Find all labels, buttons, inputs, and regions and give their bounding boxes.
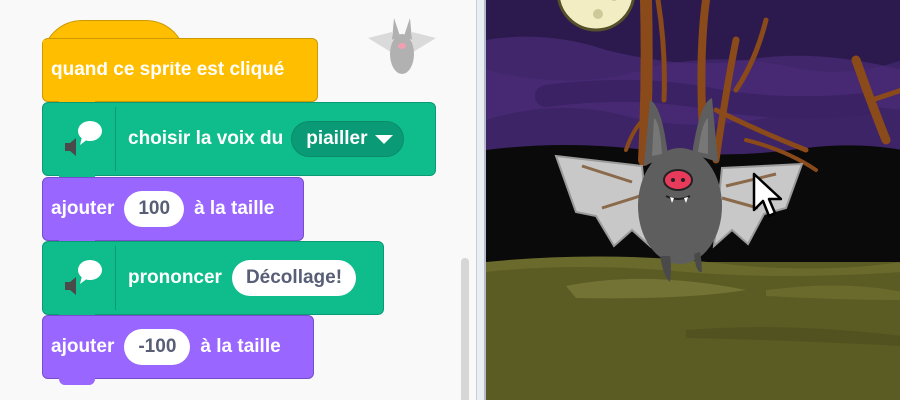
speech-extension-icon (65, 121, 102, 156)
hat-block-label: quand ce sprite est cliqué (51, 59, 285, 80)
speech-extension-icon (65, 260, 102, 295)
code-area-scrollbar[interactable] (461, 258, 469, 400)
speak-block[interactable]: prononcer Décollage! (42, 241, 384, 321)
change-size-suffix: à la taille (200, 336, 281, 357)
change-size-block[interactable]: ajouter -100 à la taille (42, 315, 314, 385)
extension-separator (115, 246, 116, 310)
size-input[interactable]: -100 (124, 329, 191, 365)
change-size-suffix: à la taille (194, 198, 275, 219)
block-notch (59, 377, 95, 385)
bat-sprite-thumbnail-icon (368, 18, 436, 74)
size-input[interactable]: 100 (124, 191, 185, 227)
set-voice-block[interactable]: choisir la voix du piailler (42, 102, 436, 182)
voice-dropdown[interactable]: piailler (291, 121, 405, 157)
cursor-arrow-icon (752, 172, 782, 218)
chevron-down-icon (375, 134, 394, 144)
voice-dropdown-value: piailler (306, 128, 368, 149)
speak-label: prononcer (128, 267, 222, 288)
hat-cap-cover (43, 40, 185, 62)
stage-divider (476, 0, 484, 400)
speak-text-input[interactable]: Décollage! (231, 260, 357, 296)
change-size-prefix: ajouter (51, 198, 115, 219)
change-size-block[interactable]: ajouter 100 à la taille (42, 177, 304, 247)
change-size-prefix: ajouter (51, 336, 115, 357)
set-voice-label: choisir la voix du (128, 128, 284, 149)
code-area[interactable]: quand ce sprite est cliqué choisir la vo… (0, 0, 476, 400)
extension-separator (115, 107, 116, 171)
stage[interactable] (484, 0, 900, 400)
